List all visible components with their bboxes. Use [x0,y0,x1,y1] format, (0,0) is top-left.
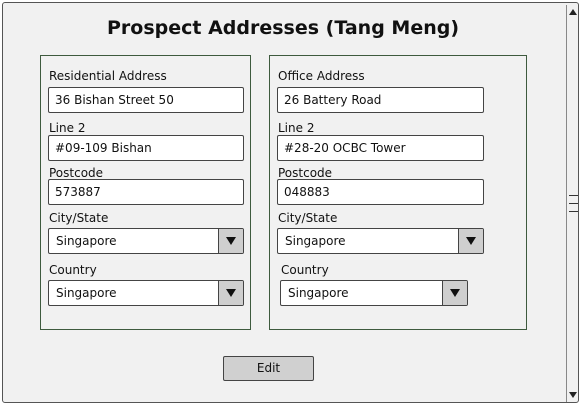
residential-line2-field[interactable]: #09-109 Bishan [48,135,244,161]
residential-address-label: Residential Address [49,69,167,83]
scroll-thumb[interactable] [569,195,578,221]
residential-country-dropdown-button[interactable] [218,281,243,305]
office-country-value: Singapore [288,286,349,300]
residential-country-label: Country [49,263,97,277]
office-line2-label: Line 2 [278,121,315,135]
residential-city-value: Singapore [56,234,117,248]
residential-address-panel: Residential Address 36 Bishan Street 50 … [40,55,251,330]
residential-line2-label: Line 2 [49,121,86,135]
office-city-dropdown-button[interactable] [458,229,483,253]
office-address-field[interactable]: 26 Battery Road [277,87,484,113]
office-country-select[interactable]: Singapore [280,280,468,306]
office-city-select[interactable]: Singapore [277,228,484,254]
office-country-label: Country [281,263,329,277]
residential-postcode-label: Postcode [49,166,104,180]
chevron-down-icon [226,237,236,245]
office-address-label: Office Address [278,69,365,83]
chevron-down-icon [466,237,476,245]
office-postcode-field[interactable]: 048883 [277,179,484,205]
residential-address-field[interactable]: 36 Bishan Street 50 [48,87,244,113]
page-title: Prospect Addresses (Tang Meng) [106,17,460,39]
residential-country-select[interactable]: Singapore [48,280,244,306]
office-address-panel: Office Address 26 Battery Road Line 2 #2… [269,55,527,330]
scroll-up-arrow-icon[interactable] [569,9,577,15]
office-postcode-label: Postcode [278,166,333,180]
office-city-label: City/State [278,211,338,225]
edit-button[interactable]: Edit [223,356,314,381]
chevron-down-icon [450,289,460,297]
residential-postcode-field[interactable]: 573887 [48,179,244,205]
chevron-down-icon [226,289,236,297]
residential-city-label: City/State [49,211,109,225]
residential-city-dropdown-button[interactable] [218,229,243,253]
scroll-down-arrow-icon[interactable] [569,392,577,398]
residential-country-value: Singapore [56,286,117,300]
vertical-scrollbar[interactable] [566,5,580,402]
office-line2-field[interactable]: #28-20 OCBC Tower [277,135,484,161]
residential-city-select[interactable]: Singapore [48,228,244,254]
form-window: Prospect Addresses (Tang Meng) Residenti… [2,2,579,403]
office-country-dropdown-button[interactable] [442,281,467,305]
office-city-value: Singapore [285,234,346,248]
